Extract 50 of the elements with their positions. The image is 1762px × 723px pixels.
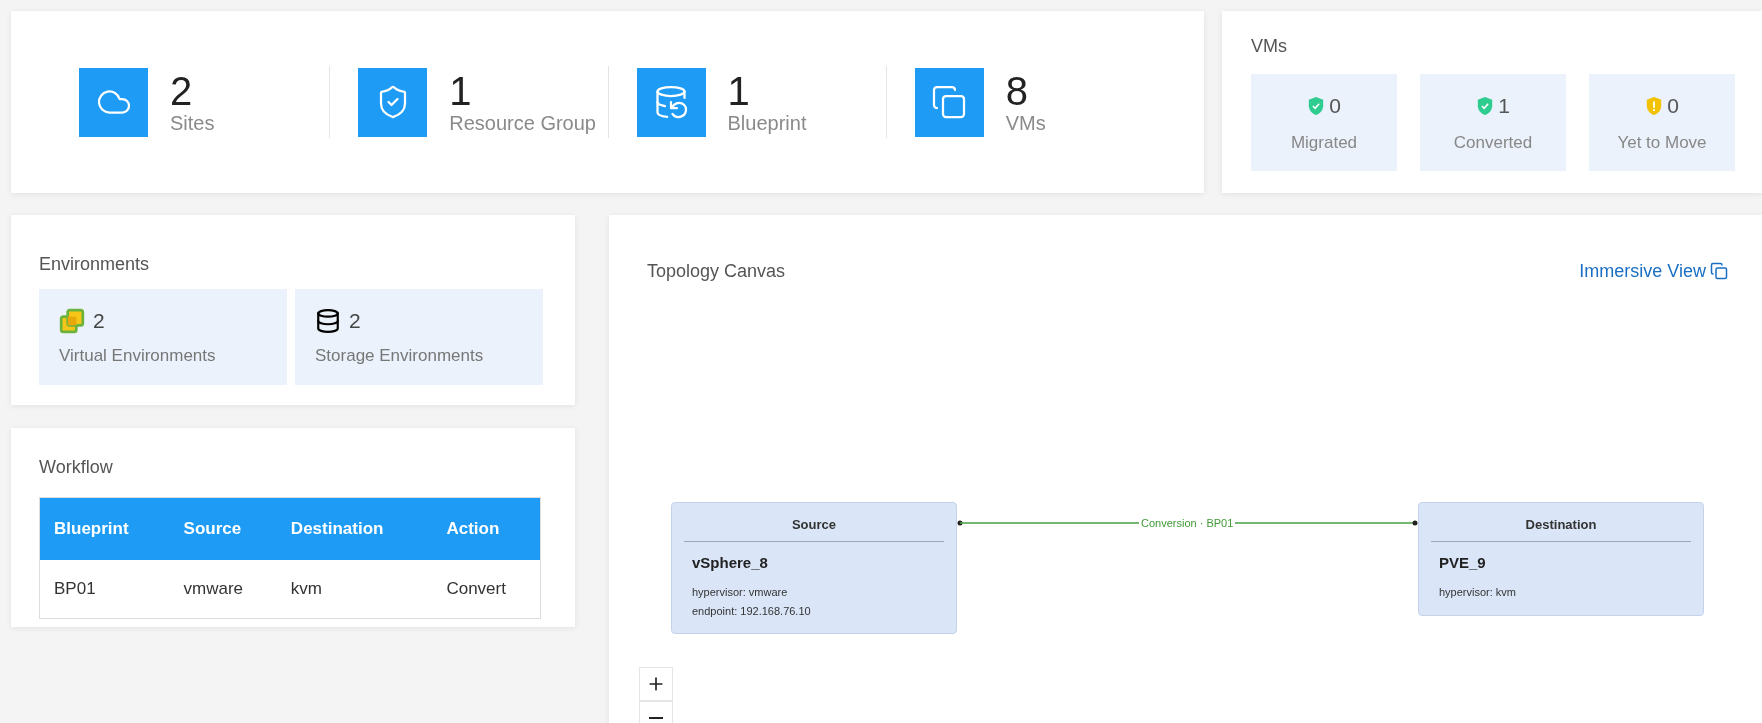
node-detail: endpoint: 192.168.76.10 bbox=[692, 603, 812, 619]
card-title: Environments bbox=[39, 253, 151, 276]
summary-label: Sites bbox=[170, 113, 215, 133]
status-label: Yet to Move bbox=[1617, 131, 1707, 154]
shield-check-icon bbox=[1476, 95, 1495, 116]
node-detail: hypervisor: vmware bbox=[692, 585, 789, 600]
card-title: Workflow bbox=[39, 456, 114, 479]
node-name: PVE_9 bbox=[1438, 552, 1487, 573]
shield-check-icon bbox=[1307, 95, 1326, 116]
table-cell: kvm bbox=[276, 559, 433, 619]
card-title: Topology Canvas bbox=[647, 259, 786, 283]
environment-count: 2 bbox=[93, 308, 105, 334]
status-count: 0 bbox=[1667, 93, 1679, 119]
database-icon bbox=[315, 307, 341, 334]
shield-alert-icon bbox=[1645, 95, 1664, 116]
immersive-view-link[interactable]: Immersive View bbox=[1579, 257, 1728, 285]
column-header: Blueprint bbox=[39, 497, 170, 560]
environment-label: Virtual Environments bbox=[59, 344, 217, 367]
topology-node[interactable]: Source vSphere_8 hypervisor: vmware endpoint: 192.168.76.10 bbox=[671, 502, 957, 634]
column-header: Destination bbox=[276, 497, 433, 560]
status-label: Migrated bbox=[1290, 131, 1358, 154]
summary-count: 2 bbox=[170, 71, 194, 111]
node-header: Source bbox=[684, 515, 944, 542]
minus-icon bbox=[649, 717, 663, 719]
summary-count: 1 bbox=[727, 71, 751, 111]
column-header: Source bbox=[169, 497, 277, 560]
overlapping-squares-icon bbox=[59, 307, 85, 334]
node-header: Destination bbox=[1431, 515, 1691, 542]
topology-node[interactable]: Destination PVE_9 hypervisor: kvm bbox=[1418, 502, 1704, 616]
table-cell: Convert bbox=[432, 559, 541, 619]
status-count: 0 bbox=[1329, 93, 1341, 119]
summary-count: 8 bbox=[1005, 71, 1029, 111]
environment-label: Storage Environments bbox=[315, 344, 485, 367]
stacked-squares-icon bbox=[931, 84, 968, 120]
zoom-in-button[interactable] bbox=[639, 667, 673, 701]
column-header: Action bbox=[432, 497, 541, 560]
window-icon bbox=[1710, 262, 1728, 280]
environment-count: 2 bbox=[349, 308, 361, 334]
table-cell: BP01 bbox=[39, 559, 170, 619]
table-cell: vmware bbox=[169, 559, 277, 619]
node-detail: hypervisor: kvm bbox=[1439, 585, 1518, 600]
card-title: VMs bbox=[1251, 35, 1288, 58]
summary-label: Blueprint bbox=[727, 113, 807, 133]
summary-label: Resource Group bbox=[449, 113, 596, 133]
status-label: Converted bbox=[1453, 131, 1533, 154]
status-count: 1 bbox=[1498, 93, 1510, 119]
summary-label: VMs bbox=[1005, 113, 1046, 133]
node-name: vSphere_8 bbox=[691, 552, 769, 573]
summary-count: 1 bbox=[449, 71, 473, 111]
database-refresh-icon bbox=[653, 84, 689, 120]
